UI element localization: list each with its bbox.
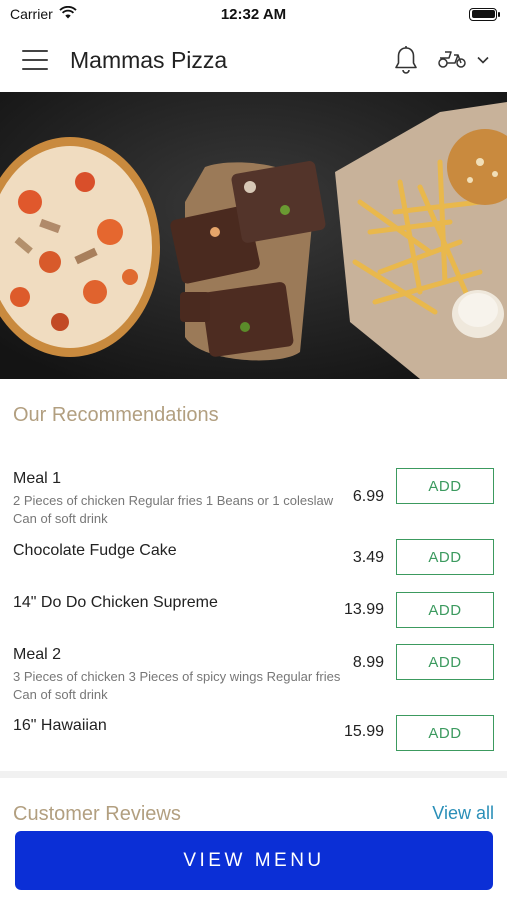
item-name: 16" Hawaiian xyxy=(13,717,107,734)
item-name: Chocolate Fudge Cake xyxy=(13,542,177,559)
add-button[interactable]: ADD xyxy=(396,644,494,680)
section-divider xyxy=(0,771,507,778)
item-name: Meal 2 xyxy=(13,646,62,663)
app-header: Mammas Pizza xyxy=(0,28,507,92)
reviews-title: Customer Reviews xyxy=(13,803,181,825)
item-price: 13.99 xyxy=(343,601,384,618)
delivery-mode-selector[interactable] xyxy=(437,47,489,74)
item-name: Meal 1 xyxy=(13,470,62,487)
add-button[interactable]: ADD xyxy=(396,468,494,504)
item-description: 2 Pieces of chicken Regular fries 1 Bean… xyxy=(13,493,334,526)
scooter-icon xyxy=(437,47,467,74)
item-price: 6.99 xyxy=(352,488,384,505)
bell-icon[interactable] xyxy=(393,45,419,75)
item-price: 3.49 xyxy=(352,549,384,566)
view-all-link[interactable]: View all xyxy=(432,803,494,824)
hero-food-image xyxy=(0,92,507,379)
status-bar: Carrier 12:32 AM xyxy=(0,0,507,28)
item-price: 15.99 xyxy=(343,723,384,740)
battery-icon xyxy=(469,7,500,21)
page-title: Mammas Pizza xyxy=(70,46,228,73)
add-button[interactable]: ADD xyxy=(396,715,494,751)
hamburger-menu-icon[interactable] xyxy=(22,50,48,70)
add-button[interactable]: ADD xyxy=(396,539,494,575)
item-price: 8.99 xyxy=(352,654,384,671)
recommendations-title: Our Recommendations xyxy=(13,404,219,426)
chevron-down-icon xyxy=(477,51,489,69)
add-button[interactable]: ADD xyxy=(396,592,494,628)
carrier-label: Carrier xyxy=(10,6,53,22)
item-description: 3 Pieces of chicken 3 Pieces of spicy wi… xyxy=(13,669,341,702)
view-menu-button[interactable]: VIEW MENU xyxy=(15,831,493,890)
item-name: 14" Do Do Chicken Supreme xyxy=(13,594,218,611)
wifi-icon xyxy=(59,5,77,22)
